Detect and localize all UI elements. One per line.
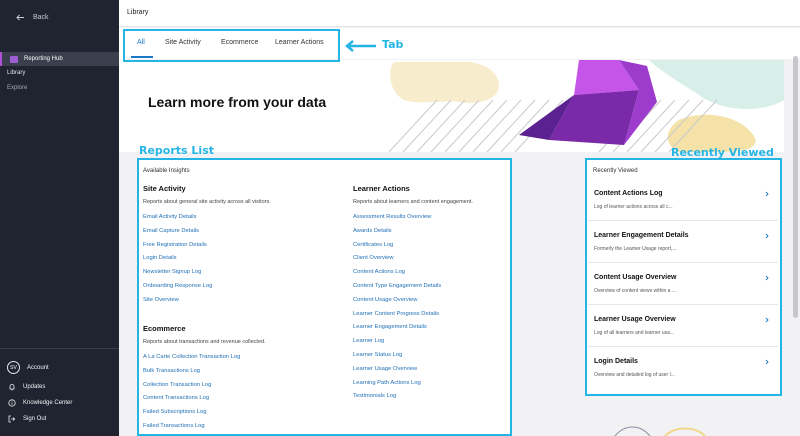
sidebar-item-library[interactable]: Library — [7, 70, 25, 76]
sign-out-label: Sign Out — [23, 415, 47, 422]
knowledge-center-label: Knowledge Center — [23, 399, 73, 406]
top-bar: Library — [119, 0, 800, 27]
avatar: SV — [7, 361, 20, 374]
page-title: Library — [127, 9, 149, 16]
sidebar-divider — [0, 348, 119, 349]
back-label: Back — [33, 14, 49, 21]
back-button[interactable]: Back — [16, 13, 49, 22]
updates-button[interactable]: Updates — [7, 382, 45, 391]
sidebar-item-label: Reporting Hub — [24, 56, 63, 62]
decorative-illustration — [614, 426, 706, 436]
banner-title: Learn more from your data — [148, 94, 327, 110]
reports-list-annotation-label: Reports List — [139, 144, 215, 157]
account-label: Account — [27, 364, 49, 371]
reports-list-annotation-box — [137, 158, 512, 436]
arrow-left-icon — [16, 14, 25, 21]
logout-icon — [7, 414, 16, 423]
sidebar: Back Reporting Hub Library Explore SV Ac… — [0, 0, 119, 436]
arrow-left-icon — [345, 40, 376, 52]
chart-icon — [10, 55, 18, 63]
recently-viewed-annotation-box — [585, 158, 782, 396]
updates-label: Updates — [23, 383, 46, 390]
sidebar-item-reporting-hub[interactable]: Reporting Hub — [0, 52, 119, 66]
active-indicator — [0, 52, 2, 66]
tab-annotation-box — [123, 29, 340, 62]
hero-banner: Learn more from your data — [119, 60, 784, 152]
sidebar-item-explore[interactable]: Explore — [7, 85, 27, 91]
info-icon — [7, 398, 16, 407]
account-button[interactable]: SV Account — [7, 361, 49, 374]
scrollbar[interactable] — [793, 56, 798, 318]
knowledge-center-button[interactable]: Knowledge Center — [7, 398, 72, 407]
sign-out-button[interactable]: Sign Out — [7, 414, 46, 423]
bell-icon — [7, 382, 16, 391]
tab-annotation-label: Tab — [382, 38, 404, 51]
